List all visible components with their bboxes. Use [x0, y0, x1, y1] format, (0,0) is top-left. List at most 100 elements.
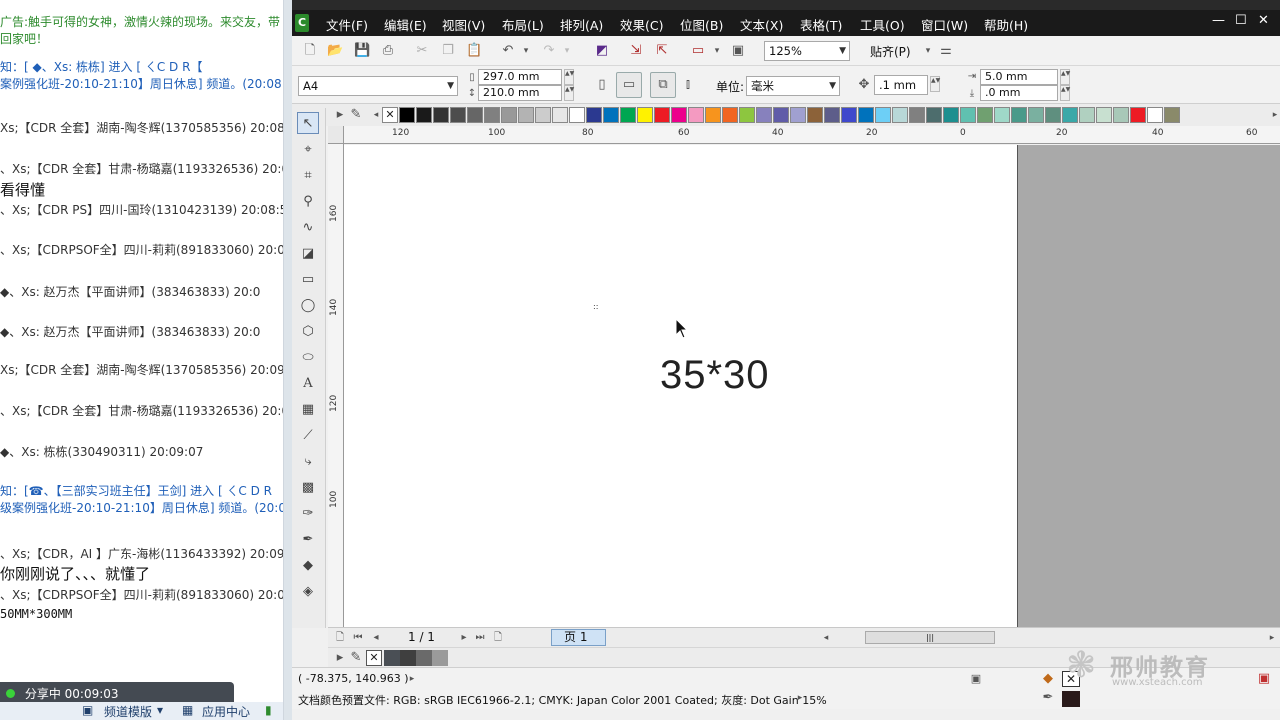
fill-indicator-icon[interactable]: ◆ — [1040, 671, 1056, 687]
eyedropper-tool-icon[interactable]: ✑ — [297, 503, 319, 525]
color-swatch[interactable] — [1096, 107, 1112, 123]
ruler-origin[interactable] — [328, 126, 344, 144]
menu-arrange[interactable]: 排列(A) — [560, 15, 603, 34]
color-swatch[interactable] — [1164, 107, 1180, 123]
fill-tool-icon[interactable]: ◆ — [297, 555, 319, 577]
options-icon[interactable]: ⚌ — [938, 43, 954, 59]
current-page-icon[interactable]: ⫾ — [680, 77, 696, 93]
interactive-fill-tool-icon[interactable]: ◈ — [297, 581, 319, 603]
color-swatch[interactable] — [484, 107, 500, 123]
duplicate-y-field[interactable]: .0 mm — [980, 85, 1058, 101]
color-swatch[interactable] — [416, 107, 432, 123]
color-swatch[interactable] — [467, 107, 483, 123]
maximize-button[interactable]: ☐ — [1235, 13, 1247, 28]
color-swatch[interactable] — [518, 107, 534, 123]
color-swatch[interactable] — [773, 107, 789, 123]
color-swatch[interactable] — [909, 107, 925, 123]
menu-file[interactable]: 文件(F) — [326, 15, 368, 34]
next-page-icon[interactable]: ▸ — [456, 630, 472, 646]
rectangle-tool-icon[interactable]: ▭ — [297, 269, 319, 291]
previous-page-icon[interactable]: ◂ — [368, 630, 384, 646]
connector-tool-icon[interactable]: ⤷ — [297, 451, 319, 473]
undo-dropdown-icon[interactable]: ▾ — [518, 43, 534, 59]
welcome-screen-icon[interactable]: ▣ — [730, 43, 746, 59]
palette-flyout-icon[interactable]: ▸ — [332, 650, 348, 666]
color-swatch[interactable] — [620, 107, 636, 123]
template-icon[interactable]: ▣ — [82, 703, 93, 717]
outline-pen-icon[interactable]: ✒ — [1040, 690, 1056, 706]
menu-bitmaps[interactable]: 位图(B) — [680, 15, 723, 34]
menu-text[interactable]: 文本(X) — [740, 15, 783, 34]
shape-tool-icon[interactable]: ⌖ — [297, 139, 319, 161]
zoom-tool-icon[interactable]: ⚲ — [297, 191, 319, 213]
color-swatch[interactable] — [501, 107, 517, 123]
artistic-text-object[interactable]: 35*30 — [660, 353, 770, 398]
freehand-tool-icon[interactable]: ∿ — [297, 217, 319, 239]
redo-icon[interactable]: ↷ — [541, 43, 557, 59]
smart-fill-tool-icon[interactable]: ◪ — [297, 243, 319, 265]
eyedropper-icon[interactable]: ✎ — [348, 650, 364, 666]
snap-dropdown-icon[interactable]: ▾ — [920, 43, 936, 59]
color-swatch[interactable] — [603, 107, 619, 123]
color-swatch[interactable] — [654, 107, 670, 123]
color-swatch[interactable] — [722, 107, 738, 123]
color-swatch[interactable] — [943, 107, 959, 123]
portrait-icon[interactable]: ▯ — [594, 77, 610, 93]
color-swatch[interactable] — [926, 107, 942, 123]
menu-effects[interactable]: 效果(C) — [620, 15, 663, 34]
color-swatch[interactable] — [994, 107, 1010, 123]
color-swatch[interactable] — [790, 107, 806, 123]
page-height-spinner[interactable]: ▲▼ — [564, 85, 574, 101]
cut-icon[interactable]: ✂ — [414, 43, 430, 59]
doc-swatch-2[interactable] — [400, 650, 416, 666]
color-swatch[interactable] — [892, 107, 908, 123]
palette-flyout-icon[interactable]: ▸ — [332, 107, 348, 123]
print-icon[interactable]: ⎙ — [380, 43, 396, 59]
horizontal-scrollbar-thumb[interactable]: ||| — [865, 631, 995, 644]
application-launcher-icon[interactable]: ▭ — [690, 43, 706, 59]
color-swatch[interactable] — [960, 107, 976, 123]
app-center-button[interactable]: 应用中心 — [202, 703, 250, 720]
search-content-icon[interactable]: ◩ — [594, 43, 610, 59]
menu-view[interactable]: 视图(V) — [442, 15, 485, 34]
duplicate-y-spinner[interactable]: ▲▼ — [1060, 85, 1070, 101]
outline-tool-icon[interactable]: ✒ — [297, 529, 319, 551]
color-swatch[interactable] — [552, 107, 568, 123]
color-swatch[interactable] — [1113, 107, 1129, 123]
profile-expand-icon[interactable]: ▸ — [792, 690, 808, 706]
color-swatch[interactable] — [858, 107, 874, 123]
eyedropper-icon[interactable]: ✎ — [348, 107, 364, 123]
coreldraw-logo-icon[interactable]: C — [295, 14, 309, 32]
color-swatch[interactable] — [841, 107, 857, 123]
status-info-icon[interactable]: ▣ — [968, 671, 984, 687]
first-page-icon[interactable]: ⏮ — [350, 630, 366, 646]
color-swatch[interactable] — [671, 107, 687, 123]
color-swatch[interactable] — [399, 107, 415, 123]
color-swatch[interactable] — [433, 107, 449, 123]
all-pages-button[interactable]: ⧉ — [650, 72, 676, 98]
doc-swatch-1[interactable] — [384, 650, 400, 666]
crop-tool-icon[interactable]: ⌗ — [297, 165, 319, 187]
launcher-dropdown-icon[interactable]: ▾ — [709, 43, 725, 59]
nudge-distance-field[interactable]: .1 mm — [874, 75, 928, 95]
color-swatch[interactable] — [637, 107, 653, 123]
paste-icon[interactable]: 📋 — [466, 43, 482, 59]
channel-template-button[interactable]: 频道模版 — [104, 703, 152, 720]
save-icon[interactable]: 💾 — [354, 43, 370, 59]
page-height-field[interactable]: 210.0 mm — [478, 85, 562, 101]
color-swatch[interactable] — [1062, 107, 1078, 123]
basic-shapes-tool-icon[interactable]: ⬭ — [297, 347, 319, 369]
color-swatch[interactable] — [535, 107, 551, 123]
status-expand-icon[interactable]: ▸ — [404, 671, 420, 687]
palette-scroll-right-icon[interactable]: ▸ — [1267, 107, 1280, 123]
hscroll-left-icon[interactable]: ◂ — [818, 630, 834, 646]
color-swatch[interactable] — [1147, 107, 1163, 123]
color-swatch[interactable] — [569, 107, 585, 123]
close-button[interactable]: ✕ — [1258, 13, 1269, 28]
drawing-canvas[interactable]: :: 35*30 — [344, 145, 1280, 627]
color-swatch[interactable] — [1011, 107, 1027, 123]
menu-window[interactable]: 窗口(W) — [921, 15, 968, 34]
page-tab-1[interactable]: 页 1 — [551, 629, 606, 646]
duplicate-x-spinner[interactable]: ▲▼ — [1060, 69, 1070, 85]
horizontal-ruler[interactable]: 120 100 80 60 40 20 0 20 40 60 — [342, 126, 1280, 144]
